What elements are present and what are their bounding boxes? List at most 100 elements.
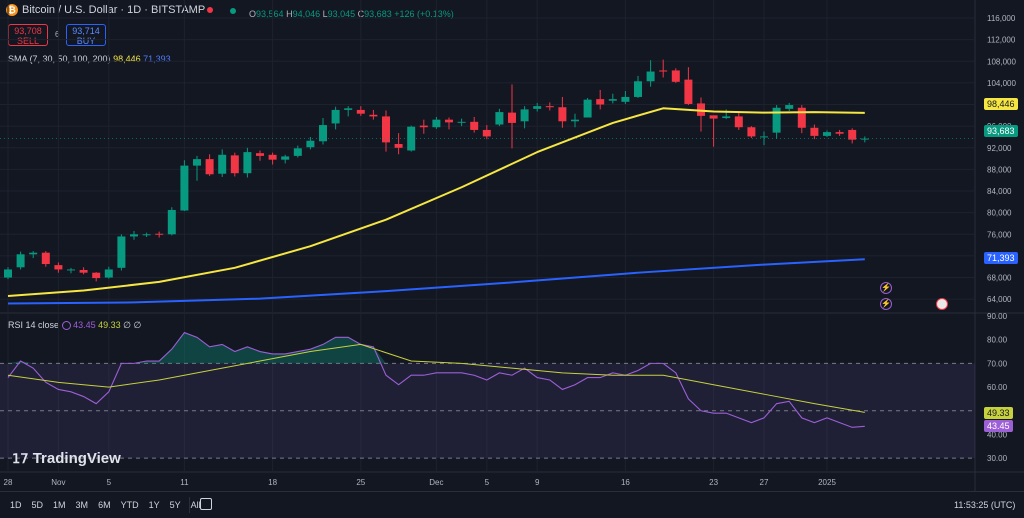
candle-up (760, 136, 768, 138)
range-button-3m[interactable]: 3M (76, 500, 89, 510)
candle-up (621, 96, 630, 102)
candle-down (419, 125, 428, 128)
candle-up (533, 106, 542, 109)
candle-up (4, 269, 12, 278)
rsi-ma-price-tag: 49.33 (984, 407, 1013, 419)
candle-up (167, 209, 176, 235)
candle-down (470, 121, 479, 130)
candle-up (142, 234, 151, 236)
rsi-tick-label: 30.00 (987, 454, 1008, 463)
rsi-tick-label: 90.00 (987, 312, 1008, 321)
candle-up (218, 154, 227, 174)
rsi-tick-label: 80.00 (987, 336, 1008, 345)
price-chart[interactable]: 116,000112,000108,000104,000100,00096,00… (0, 0, 1024, 518)
candle-up (193, 159, 201, 166)
candle-down (41, 252, 50, 265)
candle-up (722, 116, 731, 119)
candle-up (67, 269, 75, 271)
candle-up (520, 109, 529, 122)
candle-down (155, 233, 164, 235)
price-tick-label: 92,000 (987, 144, 1012, 153)
candle-down (256, 153, 264, 156)
rsi-tick-label: 70.00 (987, 359, 1008, 368)
candle-down (709, 115, 718, 119)
candle-down (230, 155, 239, 174)
time-tick-label: 25 (356, 478, 365, 487)
candle-up (344, 108, 353, 110)
candle-down (92, 272, 101, 279)
candle-down (558, 107, 567, 122)
time-tick-label: 5 (485, 478, 490, 487)
candle-up (130, 234, 138, 237)
rsi-tick-label: 60.00 (987, 383, 1008, 392)
time-tick-label: 18 (268, 478, 277, 487)
candle-up (646, 71, 655, 82)
candle-down (835, 132, 844, 134)
range-toolbar: 1D 5D 1M 3M 6M YTD 1Y 5Y All (10, 500, 211, 510)
price-tick-label: 116,000 (987, 14, 1016, 23)
candle-up (281, 156, 290, 160)
candle-up (785, 105, 794, 109)
candle-down (797, 107, 806, 128)
toolbar-divider (0, 491, 1024, 492)
last-price-tag: 93,683 (984, 125, 1018, 137)
time-tick-label: 2025 (818, 478, 836, 487)
time-tick-label: 11 (180, 478, 189, 487)
range-button-ytd[interactable]: YTD (121, 500, 139, 510)
candle-up (29, 252, 38, 255)
time-tick-label: 9 (535, 478, 540, 487)
range-button-1d[interactable]: 1D (10, 500, 22, 510)
candle-down (79, 269, 88, 273)
candle-down (545, 106, 554, 108)
candle-up (823, 132, 831, 136)
candle-down (54, 265, 63, 270)
range-button-6m[interactable]: 6M (98, 500, 111, 510)
candle-down (848, 129, 857, 140)
price-tick-label: 104,000 (987, 79, 1016, 88)
range-button-5d[interactable]: 5D (32, 500, 44, 510)
time-tick-label: Nov (51, 478, 65, 487)
candle-up (634, 81, 642, 97)
candle-down (734, 116, 743, 128)
tradingview-logo: 𝟣𝟩 TradingView (12, 450, 121, 467)
price-tick-label: 112,000 (987, 36, 1016, 45)
range-button-1y[interactable]: 1Y (149, 500, 160, 510)
price-tick-label: 88,000 (987, 165, 1012, 174)
candle-up (117, 236, 126, 268)
tradingview-logo-icon: 𝟣𝟩 (12, 451, 29, 466)
candle-down (268, 154, 277, 160)
price-tick-label: 68,000 (987, 274, 1012, 283)
time-tick-label: 27 (760, 478, 769, 487)
candle-up (583, 99, 592, 118)
candle-down (659, 70, 668, 72)
sma-yellow-price-tag: 98,446 (984, 98, 1018, 110)
rsi-price-tag: 43.45 (984, 420, 1013, 432)
sma-blue-price-tag: 71,393 (984, 252, 1018, 264)
us-flag-event-icon[interactable] (936, 298, 948, 310)
candle-down (508, 112, 516, 123)
date-range-icon[interactable] (200, 498, 212, 510)
lightning-event-icon[interactable]: ⚡ (880, 282, 892, 294)
candle-down (205, 159, 214, 175)
candle-up (432, 119, 441, 128)
candle-up (331, 109, 340, 124)
price-tick-label: 84,000 (987, 187, 1012, 196)
candle-down (482, 129, 491, 137)
time-tick-label: 16 (621, 478, 630, 487)
range-button-5y[interactable]: 5Y (170, 500, 181, 510)
candle-up (306, 140, 315, 148)
candle-down (445, 119, 453, 123)
candle-down (684, 79, 693, 104)
candle-down (810, 127, 819, 136)
candle-down (369, 114, 378, 117)
candle-up (571, 119, 579, 122)
price-tick-label: 76,000 (987, 230, 1012, 239)
candle-up (495, 112, 504, 125)
utc-clock: 11:53:25 (UTC) (954, 500, 1016, 510)
range-button-1m[interactable]: 1M (53, 500, 66, 510)
time-tick-label: 28 (4, 478, 13, 487)
toolbar-separator (189, 497, 190, 513)
time-tick-label: 5 (107, 478, 112, 487)
lightning-event-icon[interactable]: ⚡ (880, 298, 892, 310)
candle-up (16, 254, 25, 268)
